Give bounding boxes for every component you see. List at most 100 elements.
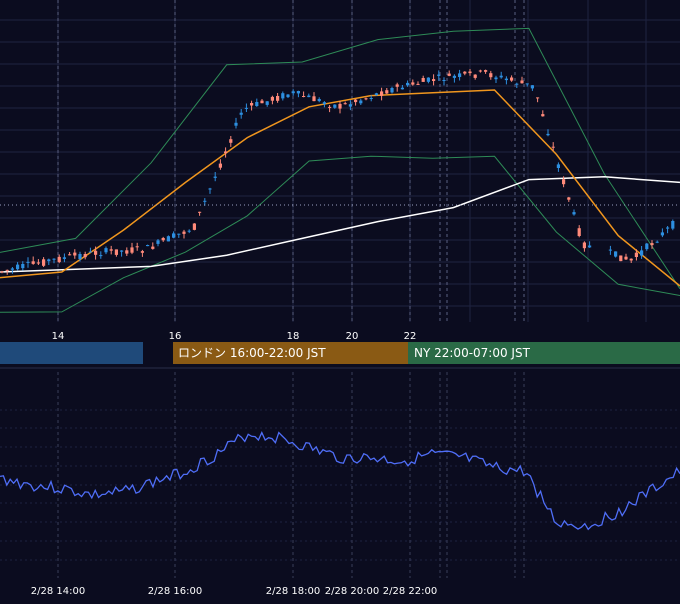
candle-body (510, 77, 514, 81)
candle-body (634, 252, 638, 257)
candle-body (343, 103, 347, 105)
candle-body (390, 88, 394, 93)
session-ny-label: NY 22:00-07:00 JST (414, 346, 531, 360)
candle-body (250, 103, 254, 106)
candle-body (208, 188, 212, 190)
candle-body (114, 249, 118, 255)
session-bar: ロンドン 16:00-22:00 JST NY 22:00-07:00 JST (0, 342, 680, 364)
osc-x-tick-label: 2/28 18:00 (266, 586, 320, 597)
candle-body (640, 250, 644, 256)
candle-body (187, 230, 191, 232)
candle-body (468, 71, 472, 74)
candle-body (192, 223, 196, 230)
candle-body (567, 197, 571, 200)
candle-body (385, 90, 389, 94)
candle-body (562, 179, 566, 185)
candle-body (380, 91, 384, 96)
candle-body (608, 249, 612, 251)
candle-body (452, 75, 456, 78)
candle-body (203, 200, 207, 202)
candle-body (312, 96, 316, 102)
candle-body (520, 80, 524, 84)
candle-body (338, 103, 342, 109)
candle-body (0, 271, 4, 273)
candle-body (270, 96, 274, 101)
candle-body (645, 243, 649, 250)
candle-body (629, 258, 633, 261)
candle-body (302, 96, 306, 97)
candle-body (104, 248, 108, 253)
candle-body (660, 232, 664, 236)
candle-body (244, 107, 248, 109)
candle-body (198, 211, 202, 213)
candle-body (447, 73, 451, 76)
candle-body (166, 236, 170, 242)
osc-x-tick-label: 2/28 22:00 (383, 586, 437, 597)
candle-body (556, 164, 560, 168)
candle-body (177, 233, 181, 235)
candle-body (276, 96, 280, 101)
candle-body (369, 98, 373, 99)
candle-body (577, 228, 581, 236)
candle-body (442, 80, 446, 81)
candle-body (99, 255, 103, 257)
candle-body (437, 74, 441, 76)
osc-x-tick-label: 2/28 14:00 (31, 586, 85, 597)
candle-body (421, 78, 425, 82)
candle-body (650, 243, 654, 246)
price-x-tick-label: 22 (404, 331, 417, 342)
candle-body (239, 112, 243, 115)
candle-body (151, 246, 155, 249)
candle-body (515, 83, 519, 85)
candle-body (400, 87, 404, 90)
candle-body (234, 122, 238, 126)
candle-body (172, 233, 176, 238)
candle-body (286, 94, 290, 98)
candle-body (333, 104, 337, 108)
candle-body (57, 256, 61, 263)
session-tokyo-band (0, 342, 143, 364)
chart-svg: 14 16 18 20 22 ロンドン 16:00-22:00 JST NY 22:00… (0, 0, 680, 600)
candle-body (328, 106, 332, 108)
candle-body (432, 79, 436, 81)
candle-body (130, 247, 134, 253)
candle-body (411, 82, 415, 85)
candle-body (52, 258, 56, 260)
session-london-label: ロンドン 16:00-22:00 JST (178, 346, 326, 360)
candle-body (161, 238, 165, 241)
candle-body (42, 259, 46, 266)
candle-body (94, 250, 98, 255)
price-x-tick-label: 16 (169, 331, 182, 342)
chart-area: 14 16 18 20 22 ロンドン 16:00-22:00 JST NY 22:00… (0, 0, 680, 600)
candle-body (572, 212, 576, 215)
candle-body (16, 264, 20, 270)
price-x-tick-label: 18 (287, 331, 300, 342)
candle-body (426, 77, 430, 82)
candle-body (624, 256, 628, 260)
candle-body (374, 93, 378, 96)
candle-body (229, 139, 233, 143)
candle-body (291, 91, 295, 94)
candle-body (484, 70, 488, 72)
candle-body (10, 268, 14, 270)
candle-body (307, 95, 311, 98)
candle-body (541, 114, 545, 117)
candle-body (296, 91, 300, 94)
candle-body (406, 82, 410, 86)
candle-body (473, 74, 477, 78)
candle-body (458, 73, 462, 77)
candle-body (619, 255, 623, 262)
osc-x-tick-label: 2/28 20:00 (325, 586, 379, 597)
candle-body (551, 146, 555, 148)
candle-body (525, 83, 529, 85)
candle-body (348, 104, 352, 107)
candle-body (322, 102, 326, 105)
candle-body (31, 261, 35, 264)
candle-body (588, 245, 592, 248)
candle-body (224, 151, 228, 153)
candle-body (354, 99, 358, 103)
candle-body (582, 242, 586, 249)
candle-body (78, 254, 82, 259)
candle-body (364, 98, 368, 100)
price-x-tick-label: 14 (52, 331, 65, 342)
